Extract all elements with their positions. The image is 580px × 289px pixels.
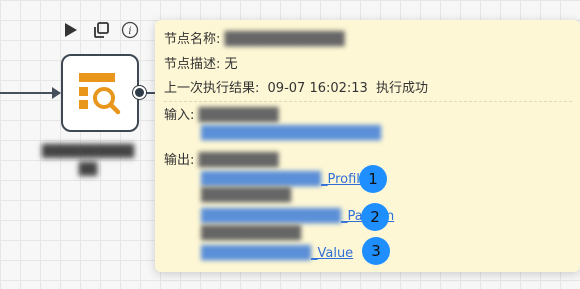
card-divider: [164, 101, 572, 102]
output-link-value[interactable]: ███████████_Value: [201, 244, 353, 264]
report-search-icon: [79, 73, 121, 115]
node-desc-value: 无: [224, 57, 238, 72]
input-row: 输入: ████████: [164, 108, 279, 123]
node-label: ██████████ ██: [41, 144, 135, 176]
workflow-node[interactable]: [61, 54, 139, 132]
node-output-port[interactable]: [133, 86, 146, 99]
node-info-popover: 节点名称: ████████████ 节点描述: 无 上一次执行结果: 09-0…: [155, 20, 580, 272]
incoming-edge-arrow: [52, 87, 61, 99]
last-run-time: 09-07 16:02:13: [267, 81, 368, 96]
node-name-row: 节点名称: ████████████: [164, 32, 345, 47]
run-button[interactable]: [61, 20, 81, 40]
node-name-value: ████████████: [224, 32, 345, 47]
svg-text:i: i: [128, 26, 131, 37]
incoming-edge: [0, 92, 60, 94]
copy-button[interactable]: [91, 20, 111, 40]
input-value: ████████: [198, 108, 279, 123]
output-value: ████████: [198, 153, 279, 168]
node-desc-row: 节点描述: 无: [164, 57, 238, 72]
play-icon: [65, 23, 77, 37]
output-caption-1: █████████: [201, 188, 291, 203]
last-run-status: 执行成功: [375, 81, 428, 96]
input-source[interactable]: ██████████████████: [201, 124, 381, 144]
last-run-row: 上一次执行结果: 09-07 16:02:13 执行成功: [164, 81, 428, 96]
info-icon: i: [121, 21, 139, 39]
info-button[interactable]: i: [120, 20, 140, 40]
callout-badge-1: 1: [359, 165, 387, 193]
callout-badge-2: 2: [361, 203, 389, 231]
output-caption-2: ██████████: [201, 226, 301, 241]
callout-badge-3: 3: [362, 237, 390, 265]
output-row: 输出: ████████: [164, 153, 279, 168]
copy-icon: [94, 22, 109, 38]
